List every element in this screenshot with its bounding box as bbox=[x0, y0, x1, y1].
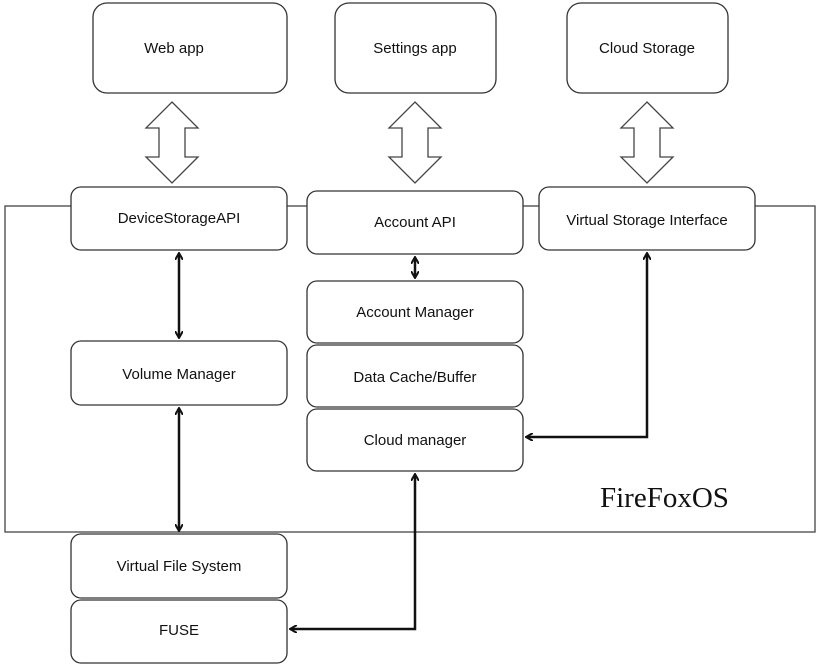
virtual-file-system-label: Virtual File System bbox=[117, 558, 242, 575]
device-storage-api-box: DeviceStorageAPI bbox=[70, 186, 288, 251]
cloud-manager-box: Cloud manager bbox=[306, 408, 524, 472]
account-manager-box: Account Manager bbox=[306, 280, 524, 344]
fuse-label: FUSE bbox=[159, 622, 199, 639]
settings-app-label: Settings app bbox=[373, 40, 456, 57]
architecture-diagram: FireFoxOS Web app Settings app Cloud Sto… bbox=[4, 2, 816, 664]
double-arrow-icon bbox=[619, 101, 675, 184]
web-app-label: Web app bbox=[144, 40, 204, 57]
cloud-storage-box: Cloud Storage bbox=[566, 2, 729, 94]
virtual-file-system-box: Virtual File System bbox=[70, 533, 288, 599]
virtual-storage-interface-box: Virtual Storage Interface bbox=[538, 186, 756, 251]
double-arrow-icon bbox=[387, 101, 443, 184]
cloud-manager-label: Cloud manager bbox=[364, 432, 467, 449]
volume-manager-label: Volume Manager bbox=[122, 366, 235, 383]
cloud-storage-label: Cloud Storage bbox=[599, 40, 695, 57]
settings-app-box: Settings app bbox=[334, 2, 497, 94]
data-cache-label: Data Cache/Buffer bbox=[353, 369, 476, 386]
web-app-box: Web app bbox=[92, 2, 288, 94]
virtual-storage-interface-label: Virtual Storage Interface bbox=[566, 212, 727, 229]
account-api-label: Account API bbox=[374, 214, 456, 231]
double-arrow-icon bbox=[144, 101, 200, 184]
volume-manager-box: Volume Manager bbox=[70, 340, 288, 406]
fuse-box: FUSE bbox=[70, 599, 288, 664]
data-cache-box: Data Cache/Buffer bbox=[306, 344, 524, 408]
firefoxos-label: FireFoxOS bbox=[600, 482, 729, 514]
account-manager-label: Account Manager bbox=[356, 304, 474, 321]
account-api-box: Account API bbox=[306, 190, 524, 255]
device-storage-api-label: DeviceStorageAPI bbox=[118, 210, 241, 227]
